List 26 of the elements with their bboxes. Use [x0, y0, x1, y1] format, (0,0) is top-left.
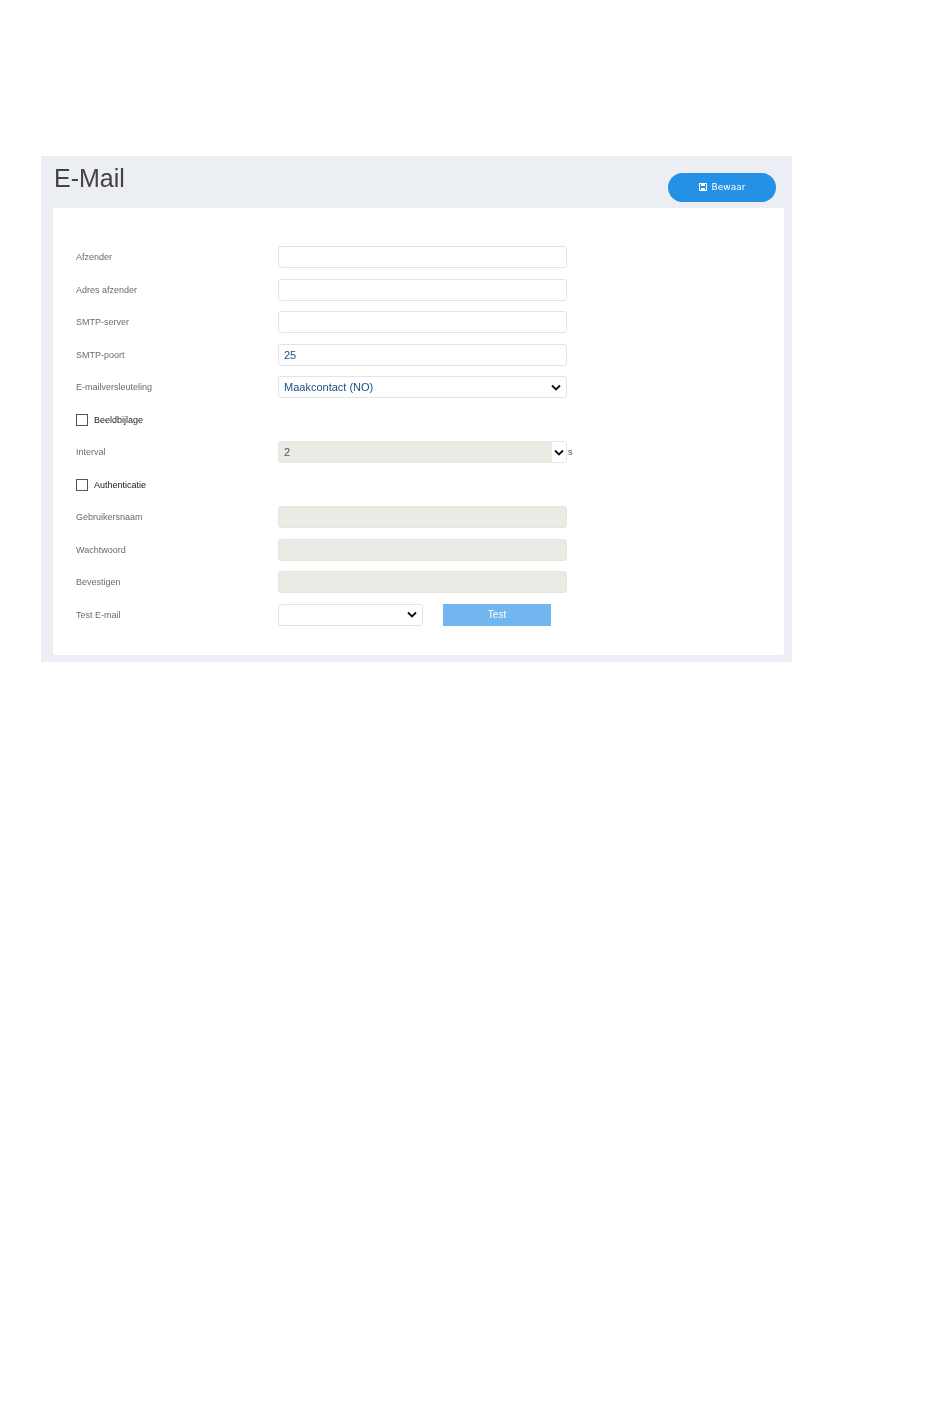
checkbox-label: Authenticatie — [94, 479, 147, 490]
input-field[interactable] — [278, 278, 567, 301]
input-field[interactable] — [278, 311, 567, 334]
field-label: Gebruikersnaam — [76, 512, 144, 523]
save-icon — [698, 183, 707, 191]
field-label: SMTP-server — [76, 317, 130, 328]
checkbox-label: Beeldbijlage — [94, 414, 144, 425]
field-label: Adres afzender — [76, 284, 139, 295]
field-label: Test E-mail — [76, 609, 122, 620]
chevron-icon — [552, 442, 566, 463]
field-label: Wachtwoord — [76, 544, 127, 555]
field-label: SMTP-poort — [76, 349, 126, 360]
checkbox[interactable] — [76, 413, 88, 426]
dropdown[interactable] — [278, 603, 423, 626]
dropdown[interactable]: Maakcontact (NO) — [278, 376, 567, 399]
field-label: E-mailversleuteling — [76, 382, 154, 393]
chevron-icon — [551, 383, 561, 391]
page-title: E-Mail — [54, 163, 125, 193]
field-label: Bevestigen — [76, 577, 122, 588]
input-field[interactable] — [278, 246, 567, 269]
input-field[interactable]: 25 — [278, 343, 567, 366]
unit-label: s — [568, 447, 573, 458]
field-label: Afzender — [76, 252, 114, 263]
field-label: Interval — [76, 447, 107, 458]
checkbox[interactable] — [76, 478, 88, 491]
chevron-icon — [407, 611, 417, 619]
